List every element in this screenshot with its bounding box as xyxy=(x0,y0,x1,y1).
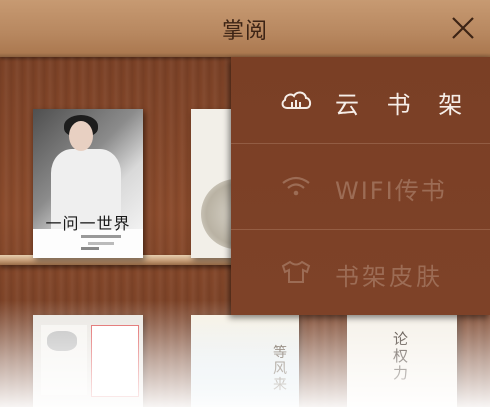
book-title: 一问一世界 xyxy=(45,214,131,233)
book-cover[interactable] xyxy=(33,315,143,407)
wifi-icon xyxy=(282,176,310,196)
book-cover[interactable]: 一问一世界 xyxy=(33,109,143,258)
tshirt-icon xyxy=(281,260,311,283)
menu-item-label: 云 书 架 xyxy=(335,91,473,119)
shelf-menu: 云 书 架 WIFI传书 书架皮肤 xyxy=(231,57,490,315)
close-icon[interactable] xyxy=(450,15,476,41)
menu-item-label: WIFI传书 xyxy=(335,177,447,205)
menu-item-wifi-transfer[interactable]: WIFI传书 xyxy=(231,143,490,229)
book-cover[interactable]: 等风来 xyxy=(191,315,299,407)
book-cover[interactable]: 论权力 xyxy=(347,315,457,407)
menu-item-cloud-shelf[interactable]: 云 书 架 xyxy=(231,57,490,143)
app-title: 掌阅 xyxy=(221,19,268,44)
book-title: 等风来 xyxy=(273,345,287,393)
menu-item-label: 书架皮肤 xyxy=(335,263,443,291)
title-bar: 掌阅 xyxy=(0,0,490,57)
menu-item-shelf-skin[interactable]: 书架皮肤 xyxy=(231,229,490,315)
cloud-icon xyxy=(281,91,312,109)
book-title: 论权力 xyxy=(393,330,409,382)
